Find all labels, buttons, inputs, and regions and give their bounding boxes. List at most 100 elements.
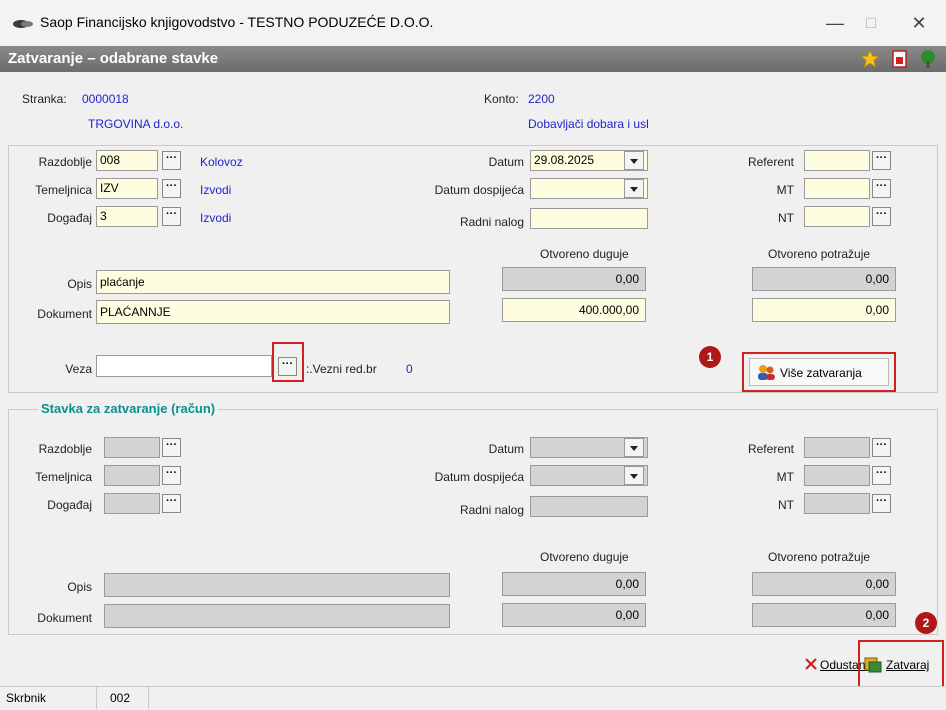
b-referent-label: Referent bbox=[747, 442, 794, 456]
form-title: Zatvaranje – odabrane stavke bbox=[8, 50, 219, 67]
razdoblje-text: Kolovoz bbox=[200, 155, 243, 169]
b-referent-lookup-button[interactable]: ··· bbox=[872, 438, 891, 457]
b-nalog-input[interactable] bbox=[530, 496, 648, 517]
b-datum-label: Datum bbox=[488, 442, 524, 456]
b-nalog-label: Radni nalog bbox=[459, 503, 524, 517]
star-icon[interactable] bbox=[860, 49, 880, 69]
vise-zatvaranja-label: Više zatvaranja bbox=[780, 366, 862, 380]
window-titlebar: Saop Financijsko knjigovodstvo - TESTNO … bbox=[0, 0, 946, 46]
b-potrazuje-value: 0,00 bbox=[752, 572, 896, 596]
b-dospijeca-dropdown-icon[interactable] bbox=[624, 466, 644, 485]
step-badge-1: 1 bbox=[699, 346, 721, 368]
razdoblje-input[interactable]: 008 bbox=[96, 150, 158, 171]
mt-lookup-button[interactable]: ··· bbox=[872, 179, 891, 198]
stranka-label: Stranka: bbox=[22, 92, 67, 106]
referent-lookup-button[interactable]: ··· bbox=[872, 151, 891, 170]
cancel-x-icon bbox=[805, 658, 817, 670]
stranka-name: TRGOVINA d.o.o. bbox=[88, 117, 184, 131]
b-dogadaj-input[interactable] bbox=[104, 493, 160, 514]
otv-potrazuje-label: Otvoreno potražuje bbox=[768, 247, 871, 261]
veza-lookup-button[interactable]: ··· bbox=[278, 357, 297, 376]
nt-lookup-button[interactable]: ··· bbox=[872, 207, 891, 226]
otv-duguje-value: 0,00 bbox=[502, 267, 646, 291]
dospijeca-label: Datum dospijeća bbox=[434, 183, 524, 197]
b-temeljnica-lookup-button[interactable]: ··· bbox=[162, 466, 181, 485]
otv-duguje-label: Otvoreno duguje bbox=[540, 247, 629, 261]
close-items-icon bbox=[864, 657, 882, 673]
status-label: Skrbnik bbox=[6, 691, 47, 705]
vezni-label: :.Vezni red.br bbox=[306, 362, 377, 376]
b-temeljnica-input[interactable] bbox=[104, 465, 160, 486]
konto-name: Dobavljači dobara i usl bbox=[528, 117, 649, 131]
b-duguje-value: 0,00 bbox=[502, 572, 646, 596]
stranka-code: 0000018 bbox=[82, 92, 129, 106]
bottom-group-title: Stavka za zatvaranje (račun) bbox=[38, 401, 219, 416]
nt-input[interactable] bbox=[804, 206, 870, 227]
b-otv-duguje-label: Otvoreno duguje bbox=[540, 550, 629, 564]
veza-input[interactable] bbox=[96, 355, 272, 377]
temeljnica-lookup-button[interactable]: ··· bbox=[162, 179, 181, 198]
nalog-label: Radni nalog bbox=[459, 215, 524, 229]
nt-label: NT bbox=[778, 211, 794, 225]
konto-code: 2200 bbox=[528, 92, 555, 106]
nalog-input[interactable] bbox=[530, 208, 648, 229]
tree-icon[interactable] bbox=[918, 49, 938, 69]
dospijeca-dropdown-icon[interactable] bbox=[624, 179, 644, 198]
dogadaj-text: Izvodi bbox=[200, 211, 232, 225]
datum-dropdown-icon[interactable] bbox=[624, 151, 644, 170]
potrazuje-input[interactable]: 0,00 bbox=[752, 298, 896, 322]
b-mt-lookup-button[interactable]: ··· bbox=[872, 466, 891, 485]
b-nt-input[interactable] bbox=[804, 493, 870, 514]
dokument-input[interactable]: PLAĆANNJE bbox=[96, 300, 450, 324]
vise-zatvaranja-button[interactable]: Više zatvaranja bbox=[749, 358, 889, 386]
b-datum-dropdown-icon[interactable] bbox=[624, 438, 644, 457]
b-duguje-input[interactable]: 0,00 bbox=[502, 603, 646, 627]
konto-label: Konto: bbox=[484, 92, 519, 106]
b-referent-input[interactable] bbox=[804, 437, 870, 458]
b-dokument-input[interactable] bbox=[104, 604, 450, 628]
datum-label: Datum bbox=[488, 155, 524, 169]
opis-input[interactable]: plaćanje bbox=[96, 270, 450, 294]
referent-label: Referent bbox=[747, 155, 794, 169]
dogadaj-lookup-button[interactable]: ··· bbox=[162, 207, 181, 226]
otv-potrazuje-value: 0,00 bbox=[752, 267, 896, 291]
dogadaj-label: Događaj bbox=[47, 211, 92, 225]
status-bar: Skrbnik 002 bbox=[0, 686, 946, 710]
form-header-bar: Zatvaranje – odabrane stavke bbox=[0, 46, 946, 72]
zatvaraj-button[interactable]: Zatvaraj bbox=[864, 654, 942, 676]
status-divider-2 bbox=[148, 687, 149, 709]
referent-input[interactable] bbox=[804, 150, 870, 171]
mt-input[interactable] bbox=[804, 178, 870, 199]
b-nt-lookup-button[interactable]: ··· bbox=[872, 494, 891, 513]
opis-label: Opis bbox=[67, 277, 92, 291]
b-opis-label: Opis bbox=[67, 580, 92, 594]
zatvaraj-label: Zatvaraj bbox=[886, 658, 930, 672]
mt-label: MT bbox=[776, 183, 794, 197]
b-razdoblje-lookup-button[interactable]: ··· bbox=[162, 438, 181, 457]
users-icon bbox=[758, 365, 775, 380]
b-dogadaj-label: Događaj bbox=[47, 498, 92, 512]
temeljnica-text: Izvodi bbox=[200, 183, 232, 197]
vezni-value: 0 bbox=[406, 362, 413, 376]
maximize-button[interactable]: ☐ bbox=[856, 10, 886, 36]
temeljnica-input[interactable]: IZV bbox=[96, 178, 158, 199]
b-razdoblje-input[interactable] bbox=[104, 437, 160, 458]
b-nt-label: NT bbox=[778, 498, 794, 512]
b-mt-input[interactable] bbox=[804, 465, 870, 486]
dogadaj-input[interactable]: 3 bbox=[96, 206, 158, 227]
razdoblje-label: Razdoblje bbox=[38, 155, 92, 169]
close-button[interactable]: ✕ bbox=[904, 10, 934, 36]
document-icon[interactable] bbox=[890, 49, 910, 69]
veza-label: Veza bbox=[65, 362, 92, 376]
b-potrazuje-input[interactable]: 0,00 bbox=[752, 603, 896, 627]
b-dogadaj-lookup-button[interactable]: ··· bbox=[162, 494, 181, 513]
minimize-button[interactable]: — bbox=[820, 10, 850, 36]
b-dospijeca-label: Datum dospijeća bbox=[434, 470, 524, 484]
step-badge-2: 2 bbox=[915, 612, 937, 634]
b-opis-input[interactable] bbox=[104, 573, 450, 597]
duguje-input[interactable]: 400.000,00 bbox=[502, 298, 646, 322]
window-title: Saop Financijsko knjigovodstvo - TESTNO … bbox=[40, 14, 434, 30]
razdoblje-lookup-button[interactable]: ··· bbox=[162, 151, 181, 170]
b-otv-potrazuje-label: Otvoreno potražuje bbox=[768, 550, 871, 564]
status-value: 002 bbox=[110, 691, 131, 705]
